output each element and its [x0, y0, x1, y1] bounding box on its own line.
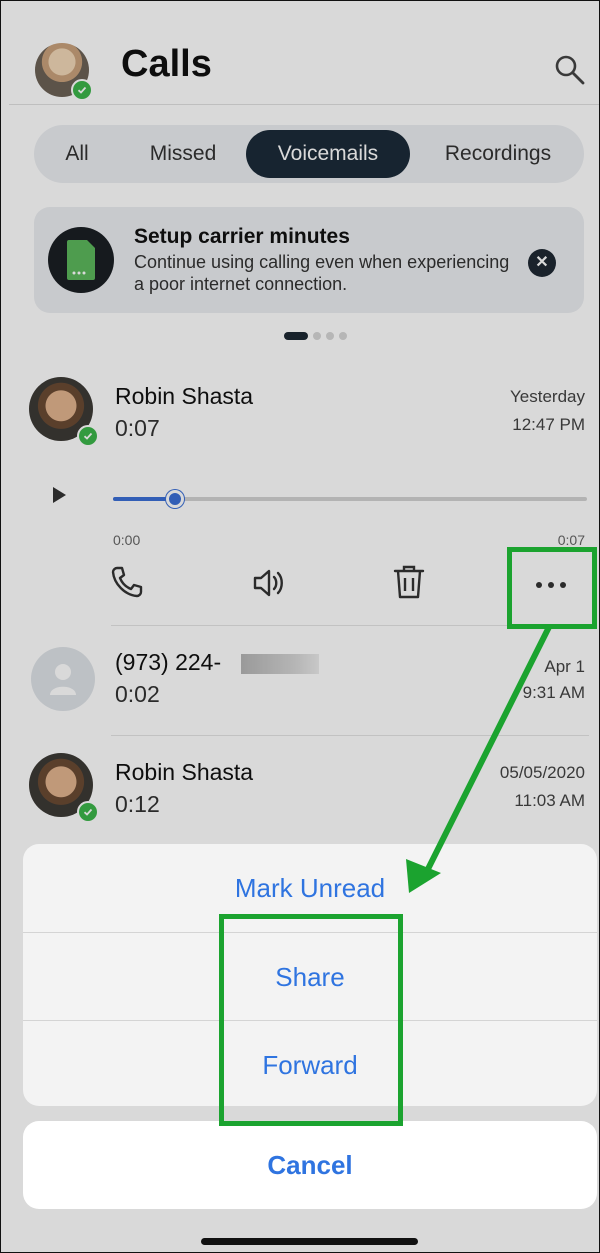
annotation-arrow-icon [406, 624, 552, 893]
screen: Calls All Missed Voicemails Recordings S… [0, 0, 600, 1253]
